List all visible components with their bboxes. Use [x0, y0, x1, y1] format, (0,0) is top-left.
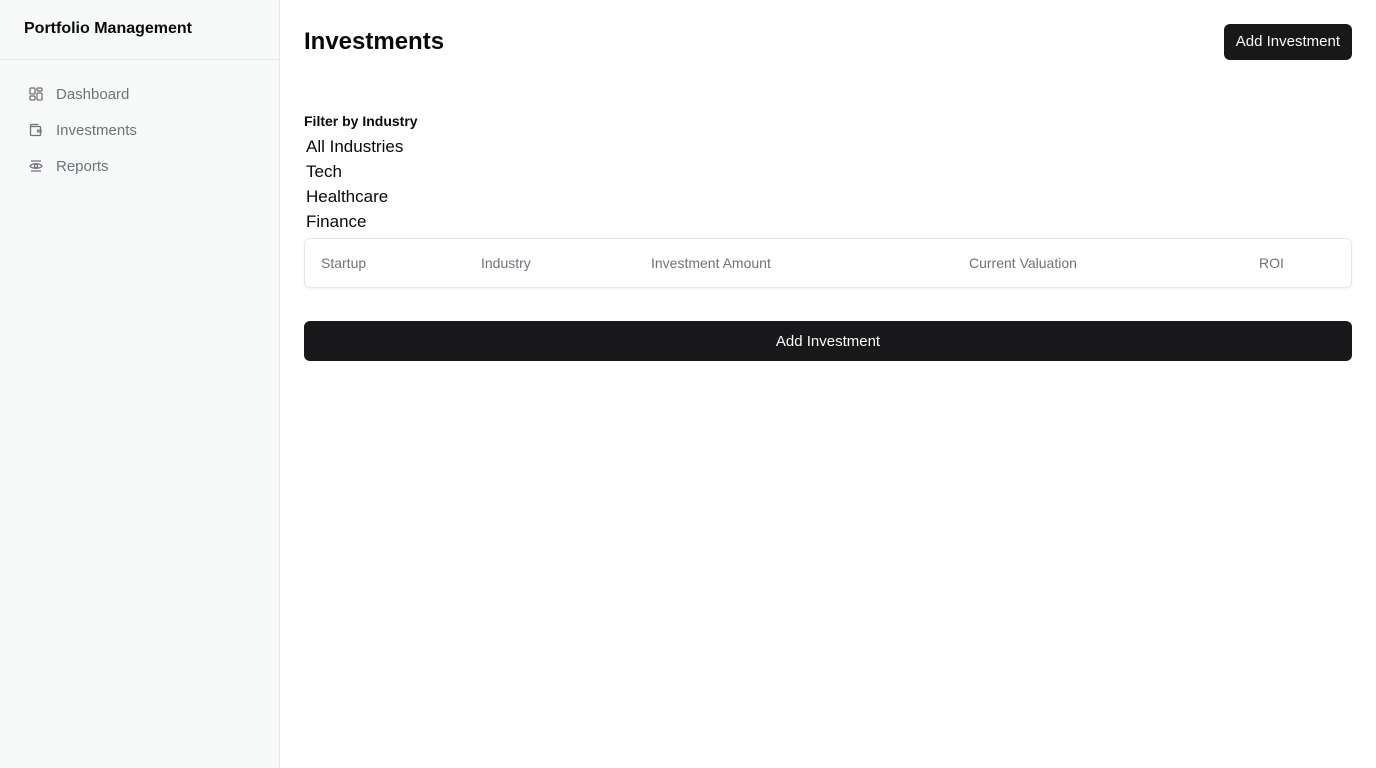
app-root: Portfolio Management Dashboard Investmen… — [0, 0, 1376, 768]
add-investment-button[interactable]: Add Investment — [1223, 23, 1352, 60]
sidebar-item-label: Reports — [56, 157, 109, 175]
industry-select[interactable]: All Industries Tech Healthcare Finance — [304, 134, 1352, 234]
sidebar-item-label: Investments — [56, 121, 137, 139]
wallet-icon — [28, 122, 44, 138]
filter-option-healthcare[interactable]: Healthcare — [306, 184, 1352, 209]
main-content: Investments Add Investment Filter by Ind… — [280, 0, 1376, 768]
filter-option-finance[interactable]: Finance — [306, 209, 1352, 234]
dashboard-icon — [28, 86, 44, 102]
filter-label: Filter by Industry — [304, 113, 418, 129]
sidebar: Portfolio Management Dashboard Investmen… — [0, 0, 280, 768]
filter-option-all[interactable]: All Industries — [306, 134, 1352, 159]
column-header-startup: Startup — [321, 255, 367, 271]
page-header: Investments Add Investment — [304, 0, 1352, 84]
app-brand: Portfolio Management — [0, 0, 279, 60]
investments-table: Startup Industry Investment Amount Curre… — [304, 238, 1352, 288]
page-title: Investments — [304, 27, 445, 55]
column-header-industry: Industry — [481, 255, 531, 271]
column-header-current-valuation: Current Valuation — [969, 255, 1077, 271]
industry-filter: Filter by Industry All Industries Tech H… — [304, 112, 1352, 234]
sidebar-nav: Dashboard Investments Reports — [0, 60, 279, 184]
sidebar-item-investments[interactable]: Investments — [16, 112, 263, 148]
filter-option-tech[interactable]: Tech — [306, 159, 1352, 184]
eye-icon — [28, 158, 44, 174]
column-header-roi: ROI — [1259, 255, 1284, 271]
sidebar-item-dashboard[interactable]: Dashboard — [16, 76, 263, 112]
column-header-investment-amount: Investment Amount — [651, 255, 771, 271]
sidebar-item-reports[interactable]: Reports — [16, 148, 263, 184]
add-investment-wide-button[interactable]: Add Investment — [304, 321, 1352, 361]
sidebar-item-label: Dashboard — [56, 85, 130, 103]
